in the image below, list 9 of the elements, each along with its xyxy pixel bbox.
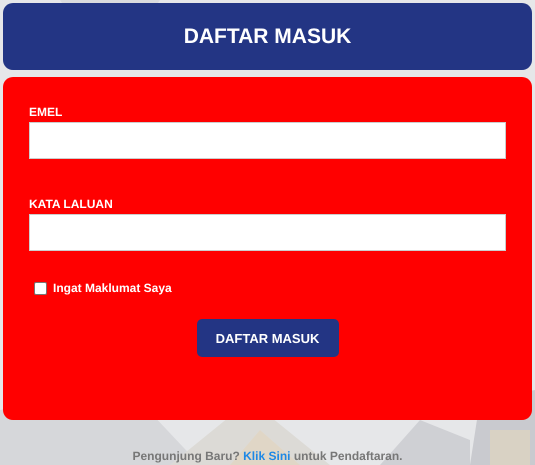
remember-checkbox[interactable] <box>34 282 47 294</box>
register-prompt: Pengunjung Baru? Klik Sini untuk Pendaftaran. <box>131 449 404 463</box>
input-field[interactable] <box>29 122 506 159</box>
login-button[interactable]: DAFTAR MASUK <box>196 319 338 357</box>
input-field[interactable] <box>29 214 506 251</box>
field-label: EMEL <box>29 105 64 119</box>
page-title: DAFTAR MASUK <box>184 24 352 48</box>
field-label: KATA LALUAN <box>29 197 114 211</box>
checkbox-label: Ingat Maklumat Saya <box>53 281 172 295</box>
